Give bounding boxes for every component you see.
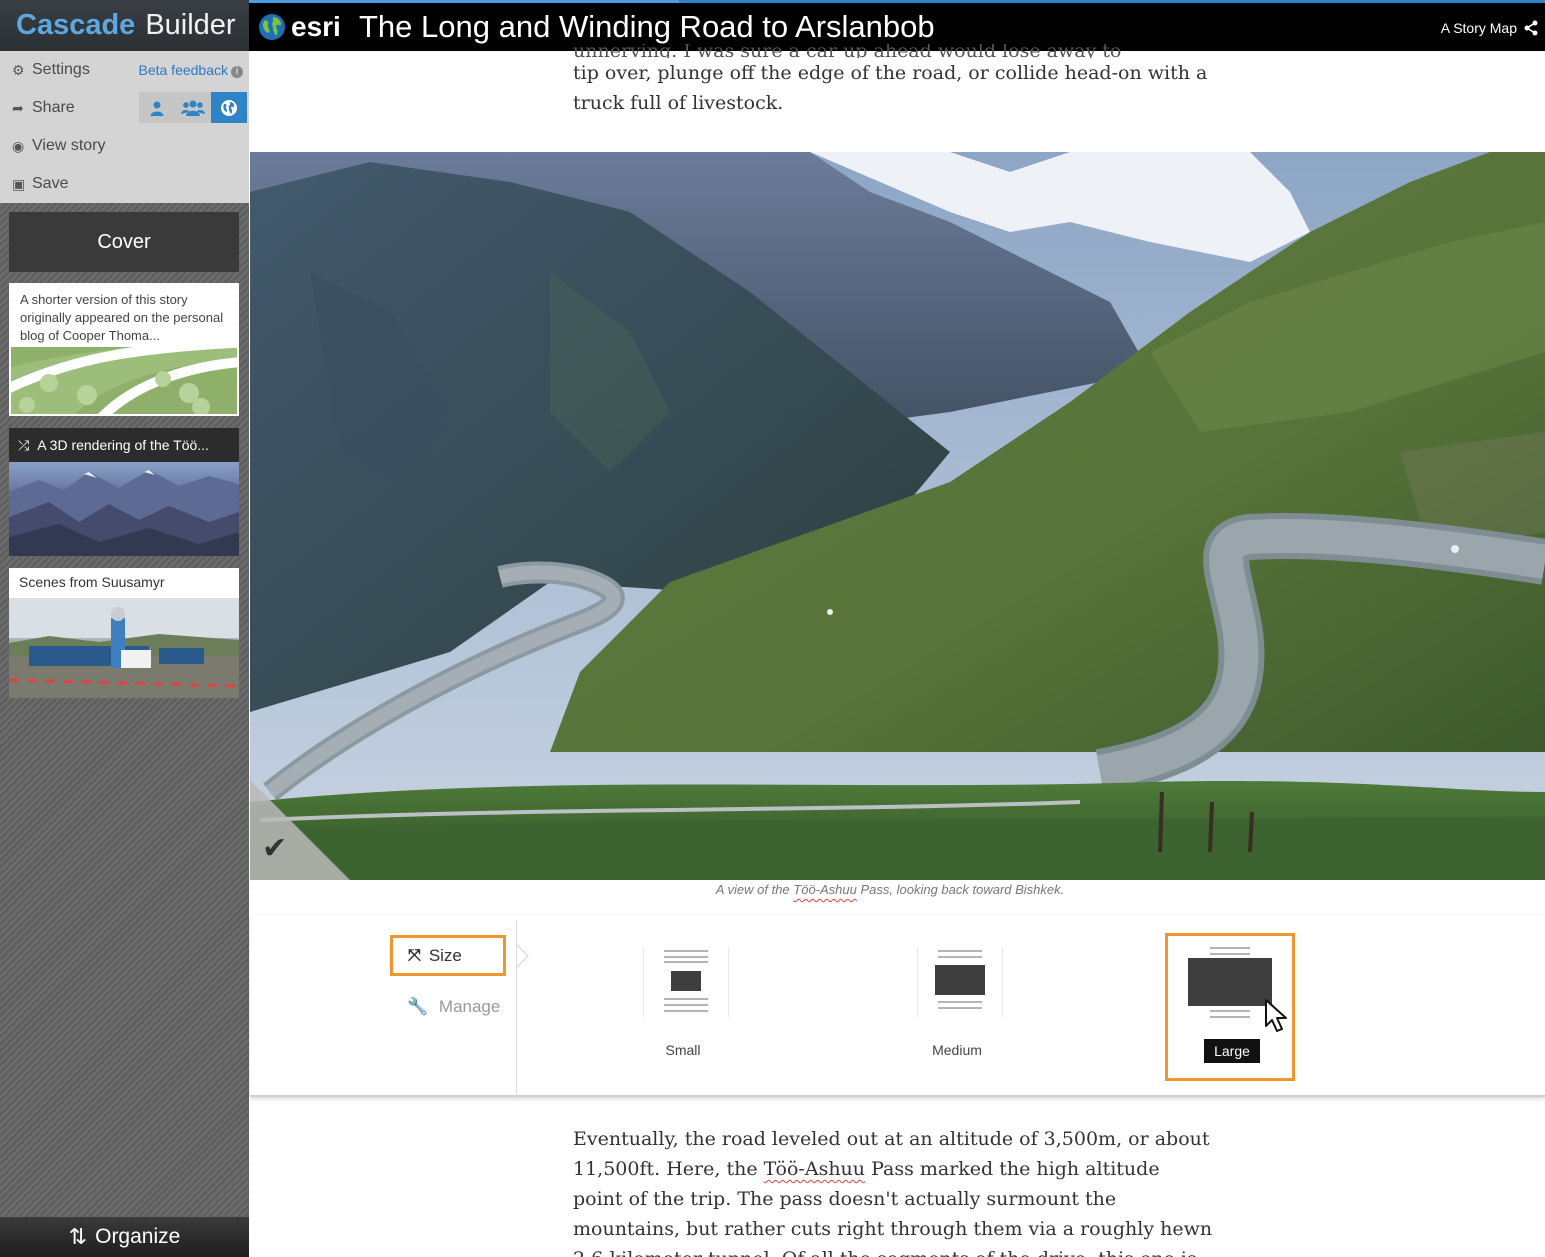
section-2-title: A 3D rendering of the Töö... <box>37 437 209 453</box>
media-size-panel: ⤧ Size 🔧 Manage Small Medium Large <box>250 915 1545 1097</box>
gears-icon: ⚙ <box>12 61 25 78</box>
mountain-road-photo <box>250 152 1545 880</box>
paragraph-misspelled-word: Töö-Ashuu <box>763 1158 866 1180</box>
user-icon <box>150 101 164 116</box>
info-icon: i <box>231 66 243 78</box>
section-thumbnail-2[interactable]: ⤮ A 3D rendering of the Töö... <box>9 428 239 556</box>
sort-arrows-icon: ⇅ <box>68 1224 88 1249</box>
medium-label: Medium <box>932 1042 982 1058</box>
panel-divider <box>516 920 517 1097</box>
beta-feedback-link[interactable]: Beta feedback i <box>138 62 243 78</box>
clipped-line: unnerving. I was sure a car up ahead wou… <box>573 44 1122 58</box>
section-3-image <box>9 598 239 698</box>
esri-wordmark: esri <box>291 11 341 42</box>
share-organization-button[interactable] <box>175 92 211 123</box>
size-option-medium[interactable]: Medium <box>893 935 1021 1081</box>
settings-label: Settings <box>32 61 90 78</box>
settings-button[interactable]: ⚙ Settings Beta feedback i <box>0 51 249 89</box>
caption-text-start: A view of the <box>715 882 794 897</box>
story-paragraph-bottom: Eventually, the road leveled out at an a… <box>573 1124 1213 1257</box>
story-photo[interactable]: ✔ <box>250 152 1545 880</box>
section-1-map-image <box>11 347 237 414</box>
size-option-small[interactable]: Small <box>619 935 747 1081</box>
beta-feedback-label: Beta feedback <box>138 62 228 78</box>
users-icon <box>181 100 205 116</box>
esri-logo[interactable]: esri <box>257 11 341 43</box>
save-label: Save <box>32 175 69 192</box>
brand-builder: Builder <box>145 9 236 41</box>
panel-caret <box>515 943 529 969</box>
shuffle-icon: ⤮ <box>18 436 30 453</box>
share-arrow-icon: ➦ <box>12 99 24 116</box>
caption-text-end: Pass, looking back toward Bishkek. <box>856 882 1065 897</box>
story-title: The Long and Winding Road to Arslanbob <box>359 9 935 44</box>
a-story-map-label[interactable]: A Story Map <box>1441 20 1517 36</box>
size-option-large[interactable]: Large <box>1165 933 1295 1081</box>
eye-icon: ◉ <box>12 137 25 154</box>
save-button[interactable]: ▣ Save <box>0 165 249 203</box>
expand-arrows-icon: ⤧ <box>408 946 421 964</box>
section-2-header: ⤮ A 3D rendering of the Töö... <box>9 428 239 462</box>
story-paragraph-top: unnerving. I was sure a car up ahead wou… <box>573 44 1213 120</box>
size-tab[interactable]: ⤧ Size <box>390 935 506 976</box>
manage-tab-label: Manage <box>438 997 501 1016</box>
large-label: Large <box>1168 1039 1296 1063</box>
manage-tab[interactable]: 🔧 Manage <box>407 997 500 1017</box>
photo-caption: A view of the Töö-Ashuu Pass, looking ba… <box>250 882 1530 897</box>
small-layout-icon <box>643 947 729 1017</box>
section-2-image <box>9 462 239 556</box>
view-story-label: View story <box>32 137 106 154</box>
cover-label: Cover <box>97 230 151 253</box>
medium-layout-icon <box>917 947 1003 1017</box>
section-1-text: A shorter version of this story original… <box>20 292 224 343</box>
floppy-icon: ▣ <box>12 175 26 192</box>
cover-thumbnail[interactable]: Cover <box>9 212 239 272</box>
size-tab-label: Size <box>428 945 462 965</box>
share-level-group <box>139 92 247 123</box>
builder-menu: ⚙ Settings Beta feedback i ➦ Share ◉ View… <box>0 51 249 203</box>
brand-cascade: Cascade <box>16 9 136 41</box>
reading-progress-bar <box>249 0 679 3</box>
checkmark-icon[interactable]: ✔ <box>262 831 287 866</box>
builder-brand: Cascade Builder <box>0 0 249 51</box>
share-network-icon[interactable] <box>1523 20 1539 36</box>
caption-misspelled-word: Töö-Ashuu <box>793 882 857 897</box>
organize-label: Organize <box>95 1225 181 1248</box>
globe-logo-icon <box>259 14 285 40</box>
share-label: Share <box>32 99 75 116</box>
large-layout-icon <box>1188 947 1274 1018</box>
mouse-pointer-icon <box>1265 999 1287 1032</box>
view-story-button[interactable]: ◉ View story <box>0 127 249 165</box>
large-label-text: Large <box>1204 1039 1260 1063</box>
organize-button[interactable]: ⇅ Organize <box>0 1217 249 1257</box>
section-thumbnail-3[interactable]: Scenes from Suusamyr <box>9 568 239 698</box>
share-private-button[interactable] <box>139 92 175 123</box>
share-public-button[interactable] <box>211 92 247 123</box>
paragraph-top-text: tip over, plunge off the edge of the roa… <box>573 62 1208 114</box>
section-3-title: Scenes from Suusamyr <box>19 574 165 590</box>
globe-icon <box>221 99 237 116</box>
builder-sidebar: Cascade Builder ⚙ Settings Beta feedback… <box>0 0 249 1257</box>
share-button[interactable]: ➦ Share <box>0 89 249 127</box>
small-label: Small <box>665 1042 701 1058</box>
wrench-icon: 🔧 <box>407 997 429 1016</box>
section-thumbnail-1[interactable]: A shorter version of this story original… <box>9 283 239 416</box>
